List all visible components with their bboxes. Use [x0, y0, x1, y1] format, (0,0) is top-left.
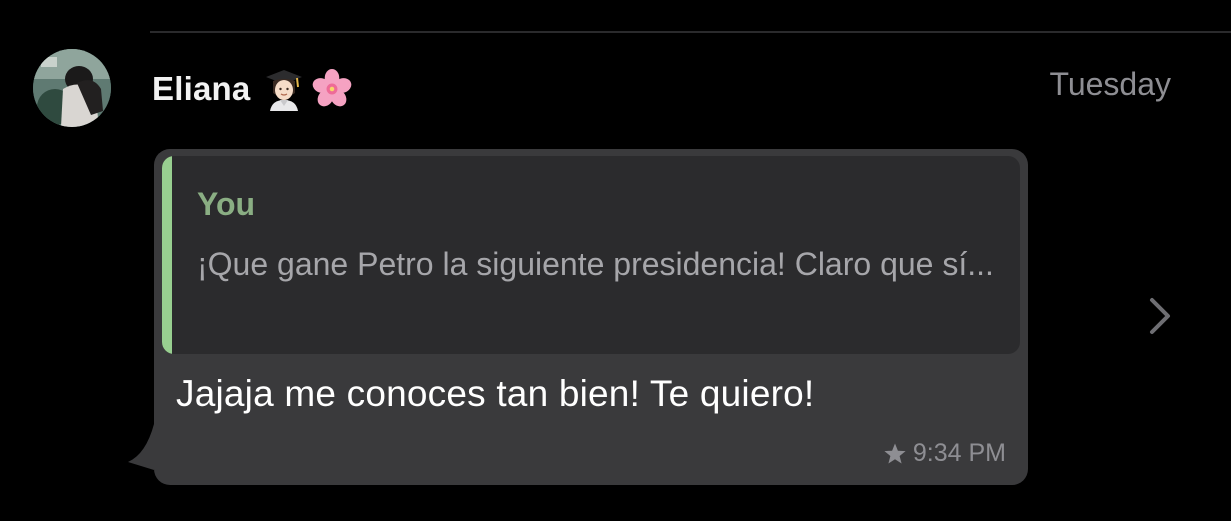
- conversation-date: Tuesday: [1049, 66, 1171, 102]
- header-divider: [150, 31, 1231, 33]
- sender-name[interactable]: Eliana: [152, 70, 250, 108]
- quoted-message[interactable]: You ¡Que gane Petro la siguiente preside…: [162, 156, 1020, 354]
- contact-avatar[interactable]: [33, 49, 111, 127]
- message-text: Jajaja me conoces tan bien! Te quiero!: [176, 373, 815, 414]
- chevron-right-icon[interactable]: [1146, 296, 1174, 336]
- graduate-woman-emoji: [266, 70, 303, 111]
- quote-accent-bar: [162, 156, 172, 354]
- cherry-blossom-emoji: [313, 69, 352, 107]
- message-bubble[interactable]: You ¡Que gane Petro la siguiente preside…: [154, 149, 1028, 485]
- star-icon: [884, 443, 906, 463]
- message-time: 9:34 PM: [912, 439, 1006, 467]
- quote-text: ¡Que gane Petro la siguiente presidencia…: [197, 246, 994, 282]
- quote-author: You: [197, 186, 256, 222]
- sender-header: Eliana: [152, 67, 352, 111]
- avatar-photo: [33, 49, 111, 127]
- message-meta: 9:34 PM: [883, 439, 1006, 468]
